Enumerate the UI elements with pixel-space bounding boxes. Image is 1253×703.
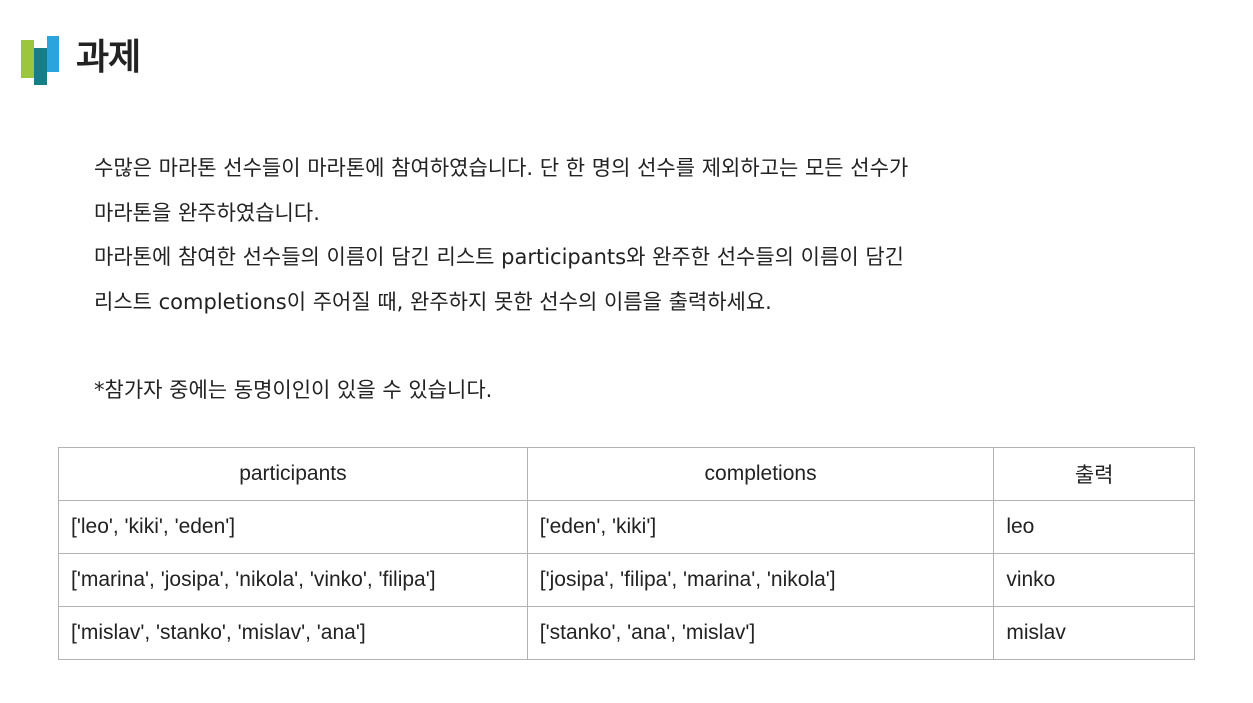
cell-participants: ['marina', 'josipa', 'nikola', 'vinko', …: [58, 553, 528, 607]
cell-completions: ['josipa', 'filipa', 'marina', 'nikola']: [526, 553, 995, 607]
description-line: 마라톤에 참여한 선수들의 이름이 담긴 리스트 participants와 완…: [94, 245, 904, 269]
logo-bar-teal: [34, 48, 47, 85]
logo-bar-green: [21, 40, 34, 78]
cell-completions: ['eden', 'kiki']: [526, 500, 995, 554]
cell-participants: ['leo', 'kiki', 'eden']: [58, 500, 528, 554]
cell-output: mislav: [993, 606, 1195, 660]
cell-output: vinko: [993, 553, 1195, 607]
problem-description: 수많은 마라톤 선수들이 마라톤에 참여하였습니다. 단 한 명의 선수를 제외…: [94, 146, 1134, 413]
logo-bar-blue: [47, 36, 59, 72]
cell-participants: ['mislav', 'stanko', 'mislav', 'ana']: [58, 606, 528, 660]
description-line: 리스트 completions이 주어질 때, 완주하지 못한 선수의 이름을 …: [94, 289, 772, 314]
logo-icon: [21, 36, 61, 86]
page-title: 과제: [76, 37, 141, 78]
table-row: ['mislav', 'stanko', 'mislav', 'ana'] ['…: [58, 606, 1195, 660]
header-participants: participants: [58, 447, 528, 501]
description-line: 수많은 마라톤 선수들이 마라톤에 참여하였습니다. 단 한 명의 선수를 제외…: [94, 156, 909, 180]
table-header-row: participants completions 출력: [58, 447, 1195, 501]
description-note: *참가자 중에는 동명이인이 있을 수 있습니다.: [94, 378, 493, 402]
header-completions: completions: [526, 447, 995, 501]
description-line: 마라톤을 완주하였습니다.: [94, 200, 320, 225]
header-output: 출력: [993, 447, 1195, 501]
cell-output: leo: [993, 500, 1195, 554]
example-table: participants completions 출력 ['leo', 'kik…: [58, 447, 1195, 660]
table-row: ['leo', 'kiki', 'eden'] ['eden', 'kiki']…: [58, 500, 1195, 554]
table-row: ['marina', 'josipa', 'nikola', 'vinko', …: [58, 553, 1195, 607]
cell-completions: ['stanko', 'ana', 'mislav']: [526, 606, 995, 660]
